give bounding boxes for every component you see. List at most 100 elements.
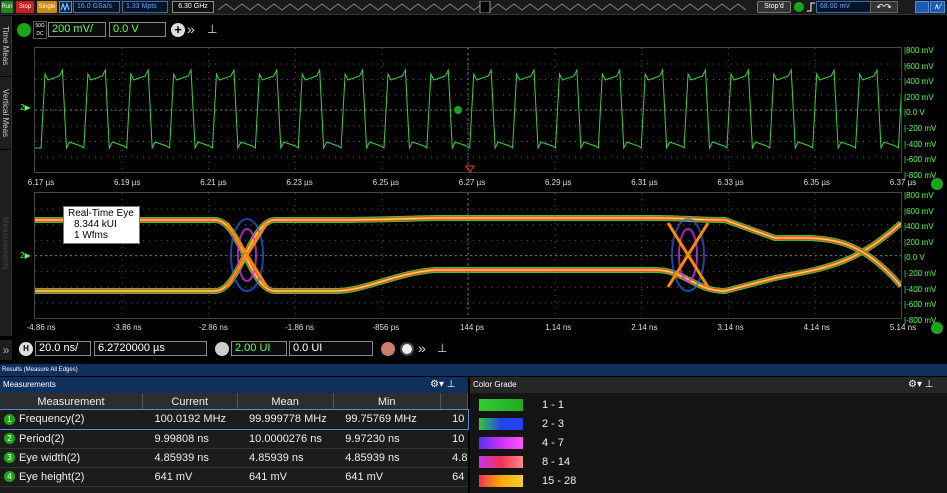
measurement-min: 4.85939 ns (333, 448, 441, 468)
eye-legend-wfms: 1 Wfms (74, 230, 108, 241)
eye-diagram-plot[interactable] (34, 192, 904, 319)
marker-icon[interactable] (381, 342, 395, 356)
measurement-extra: 4.8 (440, 448, 468, 468)
measurements-column-header[interactable]: Measurement (0, 393, 143, 410)
y-tick-label: |-200 mV (904, 124, 937, 133)
stop-button[interactable]: Stop (16, 1, 34, 13)
timebase-plot[interactable] (34, 47, 939, 173)
eye-legend-title: Real-Time Eye (68, 208, 134, 219)
horizontal-scale-input[interactable]: 20.0 ns/ (35, 341, 91, 356)
ui-scale-input[interactable]: 2.00 UI (231, 341, 287, 356)
ui-offset-input[interactable]: 0.0 UI (289, 341, 373, 356)
y-tick-label: |-600 mV (904, 300, 937, 310)
measurements-header: Measurements ⚙▾ ⊥ (0, 377, 468, 393)
measurements-column-header[interactable]: Mean (237, 393, 334, 410)
measurement-current: 9.99808 ns (142, 429, 238, 449)
run-button[interactable]: Run (1, 1, 13, 13)
table-row[interactable]: 1 Frequency(2) 100.0192 MHz 99.999778 MHz 99… (0, 409, 469, 430)
table-row[interactable]: 3 Eye width(2) 4.85939 ns 4.85939 ns 4.85939… (0, 448, 468, 468)
measurements-column-header[interactable]: Min (333, 393, 441, 410)
sample-rate-display[interactable]: 16.0 GSa/s (73, 1, 120, 13)
expand-horizontal-icon[interactable]: » (418, 340, 426, 356)
measurement-extra: 10 (440, 429, 468, 449)
trigger-channel-icon[interactable] (794, 2, 804, 12)
x-tick-label: 5.14 ns (889, 323, 917, 332)
measurements-settings-icon[interactable]: ⚙▾ ⊥ (430, 377, 455, 393)
pin-horizontal-icon[interactable]: ⊥ (437, 341, 447, 355)
measurements-column-header[interactable]: Current (142, 393, 238, 410)
horizontal-badge[interactable]: H (19, 342, 33, 356)
help-icon[interactable] (915, 1, 929, 13)
measurements-panel: Measurements ⚙▾ ⊥ Measurement Current Mean… (0, 377, 469, 493)
x-tick-label: 144 ps (459, 323, 485, 332)
acquisition-icon[interactable] (59, 1, 72, 13)
measurement-mean: 641 mV (237, 467, 334, 487)
tab-vertical-meas[interactable]: Vertical Meas (0, 77, 12, 149)
measurement-current: 641 mV (142, 467, 238, 487)
measurement-name: Eye width(2) (19, 451, 81, 464)
vertical-offset-input[interactable]: 0.0 V (109, 22, 166, 37)
bandwidth-display[interactable]: 6.30 GHz (172, 1, 214, 13)
measurement-mean: 99.999778 MHz (237, 410, 334, 430)
channel-2-icon[interactable] (17, 23, 31, 37)
measurement-min: 99.75769 MHz (333, 410, 441, 430)
color-grade-title: Color Grade (473, 380, 517, 389)
pin-icon[interactable]: ⊥ (207, 22, 217, 36)
table-row[interactable]: 2 Period(2) 9.99808 ns 10.0000276 ns 9.97230… (0, 429, 468, 449)
lower-x-axis: -4.86 ns -3.86 ns -2.86 ns -1.86 ns -856 ps 1… (0, 323, 947, 335)
color-grade-swatch (479, 475, 523, 487)
coupling-mode[interactable]: DC (34, 30, 46, 38)
eye-zoom-icon[interactable] (931, 322, 943, 334)
eye-mode-icon[interactable] (215, 342, 229, 356)
horizontal-position-input[interactable]: 6.2720000 µs (94, 341, 207, 356)
memory-depth-display[interactable]: 1.33 Mpts (122, 1, 168, 13)
eye-legend-ui: 8.344 kUI (74, 219, 117, 230)
x-tick-label: 6.35 µs (803, 178, 830, 187)
y-tick-label: |200 mV (904, 92, 934, 102)
x-tick-label: 6.29 µs (544, 178, 572, 187)
y-tick-label: |200 mV (904, 237, 934, 247)
y-tick-label: |800 mV (904, 46, 934, 55)
trigger-edge-icon[interactable] (806, 2, 816, 12)
x-tick-label: 6.33 µs (717, 178, 744, 187)
x-tick-label: 4.14 ns (803, 323, 830, 332)
y-tick-label: |600 mV (904, 61, 934, 71)
collapse-icon[interactable]: » (0, 340, 12, 360)
color-grade-list: 1 - 1 2 - 3 4 - 7 8 - 14 15 - 28 (470, 393, 947, 491)
measurement-mean: 4.85939 ns (237, 448, 334, 468)
y-tick-label: |800 mV (904, 191, 934, 200)
measurements-title: Measurements (3, 380, 56, 389)
single-button[interactable]: Single (37, 1, 57, 13)
x-tick-label: -2.86 ns (198, 323, 228, 332)
x-tick-label: -4.86 ns (26, 323, 56, 332)
y-tick-label: |-200 mV (904, 269, 937, 278)
undo-redo-icon[interactable]: ↶↷ (870, 1, 898, 13)
measurement-number-icon: 1 (4, 413, 15, 425)
measurement-mean: 10.0000276 ns (237, 429, 334, 449)
tab-time-meas[interactable]: Time Meas (0, 16, 12, 76)
color-grade-label: 4 - 7 (542, 437, 565, 449)
table-row[interactable]: 4 Eye height(2) 641 mV 641 mV 641 mV 64 (0, 467, 468, 487)
logo-icon[interactable]: ∧∕ (930, 1, 945, 13)
vertical-scale-input[interactable]: 200 mV/ (48, 22, 106, 37)
upper-y-axis: |800 mV |600 mV |400 mV |200 mV |0.0 V |-200 … (904, 44, 946, 180)
x-tick-label: 6.23 µs (286, 178, 313, 187)
color-grade-panel: Color Grade ⚙▾ ⊥ 1 - 1 2 - 3 4 - 7 8 - 14 15… (470, 377, 947, 493)
measurements-column-header-extra (440, 393, 469, 410)
color-grade-item: 1 - 1 (470, 396, 947, 415)
expand-icon[interactable]: » (187, 21, 195, 37)
measurement-min: 9.97230 ns (333, 429, 441, 449)
timebase-waveform (35, 48, 939, 173)
upper-x-axis: 6.17 µs 6.19 µs 6.21 µs 6.23 µs 6.25 µs 6.27 … (0, 178, 947, 190)
color-grade-label: 8 - 14 (542, 456, 571, 468)
color-grade-item: 2 - 3 (470, 415, 947, 434)
x-tick-label: 6.37 µs (889, 178, 917, 187)
color-grade-settings-icon[interactable]: ⚙▾ ⊥ (908, 377, 933, 393)
measurement-number-icon: 2 (4, 433, 15, 445)
clock-icon[interactable] (400, 342, 414, 356)
color-grade-label: 1 - 1 (542, 399, 565, 411)
add-icon[interactable]: + (171, 23, 185, 37)
x-tick-label: 6.25 µs (372, 178, 399, 187)
measurement-name: Period(2) (19, 432, 65, 445)
coupling-impedance[interactable]: 50Ω (34, 22, 46, 30)
